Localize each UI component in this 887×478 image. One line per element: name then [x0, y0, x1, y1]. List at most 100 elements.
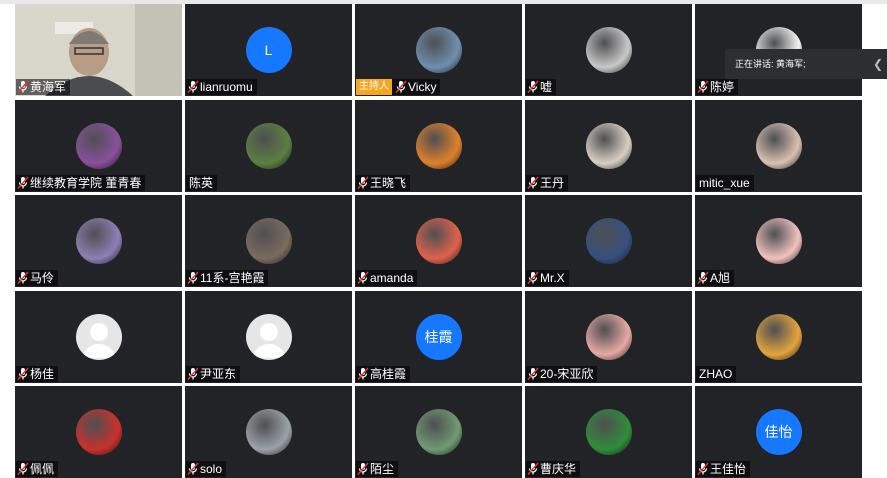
avatar [755, 314, 802, 360]
participant-tile[interactable]: Llianruomu [185, 4, 352, 96]
participant-tile[interactable]: 佩佩 [15, 386, 182, 478]
participant-name-label: A旭 [696, 270, 735, 286]
participant-tile[interactable]: 主持人 Vicky [355, 4, 522, 96]
participant-tile[interactable]: 尹亚东 [185, 291, 352, 383]
participant-name-label: 陈婷 [696, 79, 739, 95]
participant-name-label: 嘘 [526, 79, 557, 95]
participant-tile[interactable]: amanda [355, 195, 522, 287]
mic-muted-icon [527, 80, 539, 94]
participant-name-label: lianruomu [186, 79, 257, 95]
participant-name: ZHAO [699, 367, 733, 381]
participant-tile[interactable]: 王晓飞 [355, 100, 522, 192]
avatar [245, 218, 292, 264]
participant-tile[interactable]: 杨佳 [15, 291, 182, 383]
participant-tile[interactable]: 王丹 [525, 100, 692, 192]
participant-tile[interactable]: 继续教育学院 董青春 [15, 100, 182, 192]
avatar [755, 218, 802, 264]
participant-tile[interactable]: Mr.X [525, 195, 692, 287]
participant-name-label: 曹庆华 [526, 461, 581, 477]
participant-tile[interactable]: 11系-宫艳霞 [185, 195, 352, 287]
participant-name: A旭 [710, 271, 731, 285]
participant-tile[interactable]: 桂霞 高桂霞 [355, 291, 522, 383]
participant-tile[interactable]: 陌尘 [355, 386, 522, 478]
mic-muted-icon [17, 271, 29, 285]
participant-name: mitic_xue [699, 176, 750, 190]
speaking-text: 正在讲话: 黄海军; [735, 59, 806, 69]
participant-tile[interactable]: A旭 [695, 195, 862, 287]
participant-tile[interactable]: 陈英 [185, 100, 352, 192]
participant-name: 陌尘 [370, 462, 395, 476]
participant-name: 黄海军 [30, 80, 67, 94]
avatar [75, 218, 122, 264]
avatar: L [245, 27, 292, 73]
avatar [755, 123, 802, 169]
avatar [75, 409, 122, 455]
collapse-chevron-icon[interactable]: ❮ [873, 49, 883, 79]
mic-muted-icon [17, 176, 29, 190]
mic-muted-icon [527, 462, 539, 476]
avatar [585, 123, 632, 169]
mic-muted-icon [187, 271, 199, 285]
participant-name-label: 高桂霞 [356, 366, 411, 382]
participant-name-label: 11系-宫艳霞 [186, 270, 269, 286]
host-badge: 主持人 [356, 79, 392, 95]
participant-name-label: 杨佳 [16, 366, 59, 382]
participant-name: Mr.X [540, 271, 565, 285]
participant-name: Vicky [408, 80, 437, 94]
participant-name-label: Mr.X [526, 270, 569, 286]
participant-name-label: amanda [356, 270, 418, 286]
participant-name: amanda [370, 271, 414, 285]
avatar [245, 314, 292, 360]
mic-muted-icon [357, 271, 369, 285]
participant-name: lianruomu [200, 80, 253, 94]
participant-name-label: 陈英 [186, 175, 218, 191]
participant-tile[interactable]: 佳怡 王佳怡 [695, 386, 862, 478]
mic-muted-icon [527, 271, 539, 285]
mic-muted-icon [357, 462, 369, 476]
participant-name: 11系-宫艳霞 [200, 271, 265, 285]
participant-name: 高桂霞 [370, 367, 407, 381]
participant-name-label: solo [186, 461, 227, 477]
participant-name-label: 尹亚东 [186, 366, 241, 382]
participant-name-label: 黄海军 [16, 79, 71, 95]
participant-name-label: 佩佩 [16, 461, 59, 477]
participant-tile[interactable]: mitic_xue [695, 100, 862, 192]
participant-name: 王佳怡 [710, 462, 747, 476]
participant-name: 继续教育学院 董青春 [30, 176, 142, 190]
default-person-icon [76, 314, 122, 360]
mic-muted-icon [395, 80, 407, 94]
participant-name: 曹庆华 [540, 462, 577, 476]
participant-tile[interactable]: 20-宋亚欣 [525, 291, 692, 383]
participant-name-label: 主持人 Vicky [356, 79, 441, 95]
participant-name: 马伶 [30, 271, 55, 285]
mic-muted-icon [357, 367, 369, 381]
avatar: 佳怡 [755, 409, 802, 455]
mic-muted-icon [187, 80, 199, 94]
default-person-icon [246, 314, 292, 360]
participant-name: 佩佩 [30, 462, 55, 476]
participant-name-label: 20-宋亚欣 [526, 366, 598, 382]
avatar [415, 123, 462, 169]
participant-tile[interactable]: 曹庆华 [525, 386, 692, 478]
avatar [585, 27, 632, 73]
mic-muted-icon [357, 176, 369, 190]
participant-tile[interactable]: ZHAO [695, 291, 862, 383]
participant-name-label: 王晓飞 [356, 175, 411, 191]
participant-tile[interactable]: solo [185, 386, 352, 478]
avatar [75, 314, 122, 360]
participant-name-label: 继续教育学院 董青春 [16, 175, 146, 191]
mic-muted-icon [527, 367, 539, 381]
participant-name-label: ZHAO [696, 366, 737, 382]
participant-tile[interactable]: 嘘 [525, 4, 692, 96]
participant-name-label: 王佳怡 [696, 461, 751, 477]
participant-tile[interactable]: 黄海军 [15, 4, 182, 96]
participant-name: solo [200, 462, 223, 476]
mic-muted-icon [187, 367, 199, 381]
avatar [585, 218, 632, 264]
avatar [585, 314, 632, 360]
mic-muted-icon [697, 271, 709, 285]
participant-name-label: mitic_xue [696, 175, 754, 191]
avatar [245, 123, 292, 169]
mic-muted-icon [17, 367, 29, 381]
participant-tile[interactable]: 马伶 [15, 195, 182, 287]
